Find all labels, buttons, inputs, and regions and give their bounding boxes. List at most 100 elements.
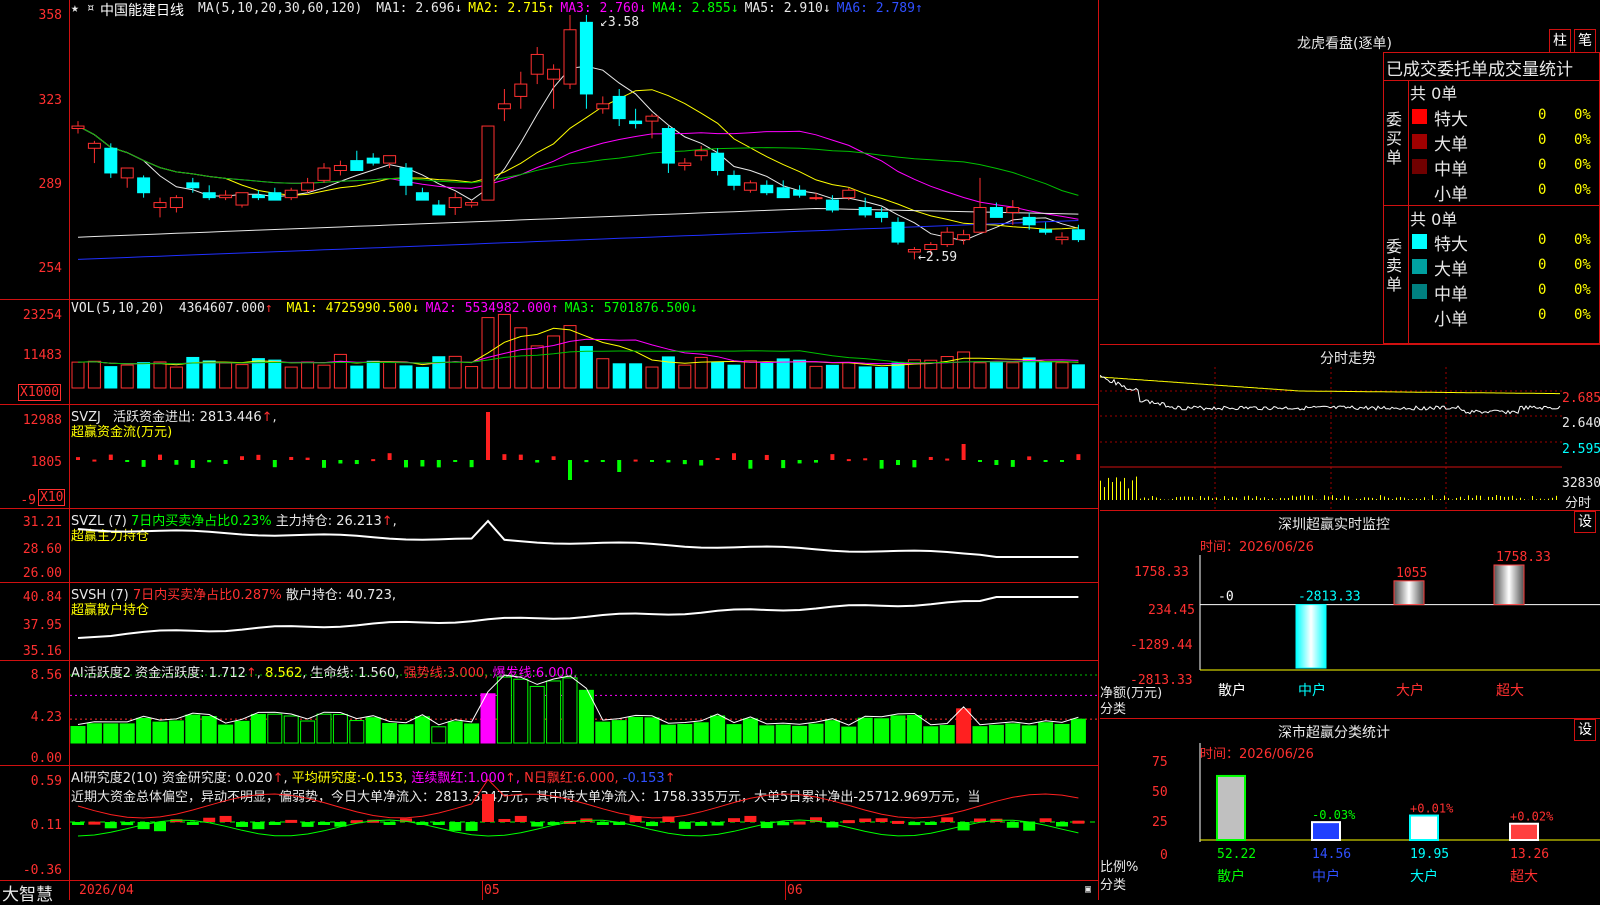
candle-body xyxy=(1056,237,1068,239)
intraday-vol-bar xyxy=(1188,497,1189,500)
activity-bar xyxy=(1071,719,1085,743)
flow-bar xyxy=(552,456,556,460)
svsh-chart[interactable] xyxy=(70,583,1098,660)
activity-bar xyxy=(219,725,233,743)
research-bar xyxy=(154,822,166,831)
intraday-vol-bar xyxy=(1276,499,1277,500)
sell-row-label: 中单 xyxy=(1434,280,1468,305)
monitor-bar xyxy=(1394,581,1424,605)
svzj-chart[interactable] xyxy=(70,405,1098,508)
lock-icon[interactable]: ▣ xyxy=(1085,884,1091,895)
svzl-chart[interactable] xyxy=(70,509,1098,582)
flow-bar xyxy=(814,460,818,463)
candle-body xyxy=(1072,230,1084,240)
sell-row-pct: 0% xyxy=(1574,257,1591,273)
flow-bar xyxy=(240,456,244,460)
candle-body xyxy=(302,183,314,190)
intraday-vol-bar xyxy=(1384,496,1385,500)
volume-bar xyxy=(351,366,363,388)
candle-body xyxy=(990,208,1002,218)
classify-chart[interactable]: 52.22散户-0.03%14.56中户+0.01%19.95大户+0.02%1… xyxy=(1100,718,1600,900)
intraday-vol-bar xyxy=(1136,477,1137,500)
activity-bar xyxy=(514,679,528,743)
volume-bar xyxy=(384,362,396,388)
research-bar xyxy=(712,822,724,826)
research-bar xyxy=(1040,818,1052,822)
buy-total: 共 0单 xyxy=(1410,80,1457,104)
activity-bar xyxy=(727,725,741,743)
svsh-tick: 37.95 xyxy=(2,618,62,633)
activity-bar xyxy=(711,716,725,743)
research-bar xyxy=(728,818,740,822)
research-bar xyxy=(466,822,478,831)
intraday-vol-bar xyxy=(1200,496,1201,500)
volume-bar xyxy=(1023,358,1035,388)
tab-tick[interactable]: 笔 xyxy=(1574,29,1596,53)
flow-bar xyxy=(273,460,277,467)
volume-chart[interactable] xyxy=(70,300,1098,404)
flow-bar xyxy=(371,459,375,461)
activity-bar xyxy=(547,681,561,743)
activity-chart[interactable] xyxy=(70,661,1098,765)
svzl-tick: 26.00 xyxy=(2,566,62,581)
flow-bar xyxy=(519,455,523,460)
volume-bar xyxy=(187,357,199,388)
volume-bar xyxy=(203,361,215,388)
activity-bar xyxy=(235,721,249,743)
intraday-vol-bar xyxy=(1284,498,1285,500)
intraday-vol-bar xyxy=(1456,498,1457,500)
research-bar xyxy=(908,822,920,825)
intraday-vol-bar xyxy=(1316,499,1317,500)
flow-bar xyxy=(830,454,834,460)
intraday-vol-bar xyxy=(1520,498,1521,500)
research-chart[interactable] xyxy=(70,766,1098,880)
monitor-bar-label: 1055 xyxy=(1396,566,1427,581)
volume-bar xyxy=(105,367,117,388)
candle-body xyxy=(564,30,576,84)
classify-category-label: 超大 xyxy=(1510,869,1538,885)
activity-bar xyxy=(973,727,987,743)
intraday-vol-bar xyxy=(1424,497,1425,500)
research-bar xyxy=(482,794,494,822)
candle-body xyxy=(695,151,707,156)
flow-bar xyxy=(1011,460,1015,467)
buy-row-count: 0 xyxy=(1538,157,1546,173)
research-bar xyxy=(744,816,756,822)
candle-body xyxy=(416,193,428,200)
flow-bar xyxy=(650,460,654,462)
volume-bar xyxy=(154,362,166,388)
flow-bar xyxy=(1076,454,1080,460)
tab-bar-chart[interactable]: 柱 xyxy=(1549,29,1571,53)
sell-row-swatch xyxy=(1412,259,1427,274)
intraday-chart[interactable] xyxy=(1100,367,1600,510)
volume-bar xyxy=(400,366,412,388)
intraday-vol-bar xyxy=(1296,497,1297,500)
research-bar xyxy=(679,822,691,829)
sell-row-count: 0 xyxy=(1538,282,1546,298)
research-bar xyxy=(695,822,707,826)
intraday-vol-bar xyxy=(1404,498,1405,500)
flow-bar xyxy=(486,412,490,460)
intraday-vol-bar xyxy=(1152,496,1153,500)
sell-row-count: 0 xyxy=(1538,232,1546,248)
activity-tick: 8.56 xyxy=(2,668,62,683)
intraday-vol-bar xyxy=(1420,499,1421,500)
candle-body xyxy=(138,178,150,193)
intraday-vol-bar xyxy=(1452,499,1453,500)
activity-bar xyxy=(596,722,610,743)
volume-bar xyxy=(876,367,888,388)
svzl-tick: 31.21 xyxy=(2,515,62,530)
intraday-vol-bar xyxy=(1268,499,1269,500)
candle-body xyxy=(531,54,543,74)
intraday-vol-bar xyxy=(1288,498,1289,500)
research-bar xyxy=(252,822,264,829)
intraday-vol-tick: 32830 xyxy=(1562,476,1600,491)
candle-body xyxy=(154,203,166,208)
intraday-vol-bar xyxy=(1204,498,1205,500)
research-bar xyxy=(72,822,84,825)
monitor-chart[interactable]: -0散户-2813.33中户1055大户1758.33超大 xyxy=(1100,510,1600,718)
candle-body xyxy=(925,245,937,250)
activity-bar xyxy=(350,721,364,743)
intraday-vol-bar xyxy=(1128,488,1129,500)
candle-body xyxy=(269,193,281,200)
